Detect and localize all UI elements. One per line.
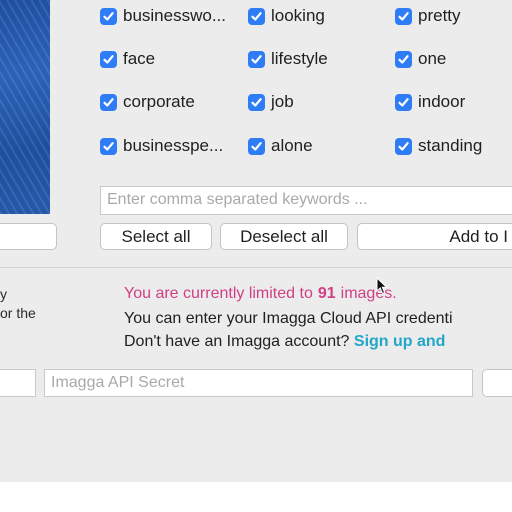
keyword-checkbox-indoor[interactable]: indoor: [395, 91, 465, 113]
account-question: Don't have an Imagga account?: [124, 333, 350, 350]
keyword-label: businesspe...: [123, 136, 224, 155]
keyword-label: lifestyle: [271, 49, 328, 68]
keyword-checkbox-lifestyle[interactable]: lifestyle: [248, 48, 328, 70]
keyword-checkbox-businessperson[interactable]: businesspe...: [100, 135, 223, 157]
keyword-label: standing: [418, 136, 483, 155]
keyword-label: businesswo...: [123, 6, 226, 25]
keyword-label: alone: [271, 136, 313, 155]
sidebar-text-line2: or the: [0, 305, 36, 321]
keyword-label: looking: [271, 6, 325, 25]
limit-count: 91: [317, 285, 336, 302]
keyword-label: pretty: [418, 6, 461, 25]
checkbox-checked-icon: [100, 7, 117, 25]
keyword-label: corporate: [123, 92, 195, 111]
checkbox-checked-icon: [100, 93, 117, 111]
keyword-label: indoor: [418, 92, 466, 111]
api-key-input[interactable]: [0, 369, 36, 397]
keyword-label: face: [123, 49, 156, 68]
account-notice: Don't have an Imagga account? Sign up an…: [124, 333, 445, 351]
keyword-checkbox-pretty[interactable]: pretty: [395, 5, 461, 27]
keyword-checkbox-alone[interactable]: alone: [248, 135, 313, 157]
checkbox-checked-icon: [395, 93, 412, 111]
api-submit-button[interactable]: [482, 369, 512, 397]
checkbox-checked-icon: [395, 137, 412, 155]
section-divider: [0, 267, 512, 268]
checkbox-checked-icon: [100, 137, 117, 155]
checkbox-checked-icon: [395, 7, 412, 25]
keyword-checkbox-businesswoman[interactable]: businesswo...: [100, 5, 226, 27]
checkbox-checked-icon: [248, 137, 265, 155]
keyword-checkbox-corporate[interactable]: corporate: [100, 91, 195, 113]
keyword-checkbox-one[interactable]: one: [395, 48, 446, 70]
checkbox-checked-icon: [248, 93, 265, 111]
left-partial-button[interactable]: [0, 223, 57, 250]
limit-suffix: images.: [340, 285, 397, 302]
add-to-button[interactable]: Add to I: [357, 223, 512, 250]
keyword-checkbox-looking[interactable]: looking: [248, 5, 325, 27]
checkbox-checked-icon: [248, 50, 265, 68]
keyword-checkbox-face[interactable]: face: [100, 48, 155, 70]
keyword-label: one: [418, 49, 447, 68]
mouse-cursor-icon: [376, 277, 388, 295]
select-all-button[interactable]: Select all: [100, 223, 212, 250]
checkbox-checked-icon: [248, 7, 265, 25]
checkbox-checked-icon: [100, 50, 117, 68]
limit-prefix: You are currently limited to: [124, 285, 313, 302]
credentials-notice: You can enter your Imagga Cloud API cred…: [124, 310, 453, 327]
keyword-input[interactable]: Enter comma separated keywords ...: [100, 186, 512, 215]
signup-link[interactable]: Sign up and: [354, 333, 446, 350]
keywords-panel: businesswo... looking pretty face lifest…: [0, 0, 512, 482]
photo-thumbnail: [0, 0, 50, 214]
limit-notice: You are currently limited to 91 images.: [124, 285, 397, 303]
checkbox-checked-icon: [395, 50, 412, 68]
sidebar-text-line1: y: [0, 286, 7, 302]
keyword-label: job: [271, 92, 294, 111]
api-secret-input[interactable]: Imagga API Secret: [44, 369, 473, 397]
keyword-checkbox-job[interactable]: job: [248, 91, 294, 113]
keyword-checkbox-standing[interactable]: standing: [395, 135, 482, 157]
deselect-all-button[interactable]: Deselect all: [220, 223, 348, 250]
